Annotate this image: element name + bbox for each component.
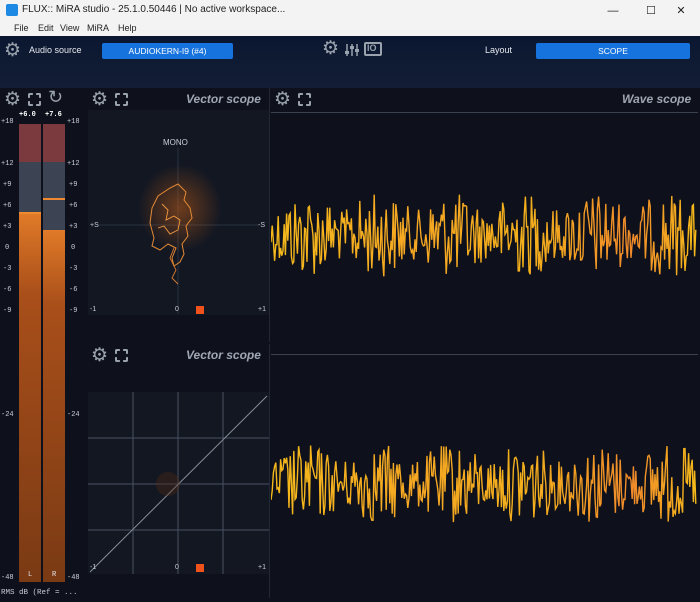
scale-left-18: +18 <box>1 118 14 126</box>
menu-file[interactable]: File <box>14 23 29 33</box>
vector2-plot <box>88 392 269 574</box>
scale-right-9: +9 <box>69 181 78 189</box>
io-label: IO <box>367 43 377 53</box>
vector-scope-panel-2: ⚙ Vector scope -1 0 +1 <box>88 344 270 598</box>
meter-settings-gear-icon[interactable]: ⚙ <box>4 90 21 109</box>
meter-expand-icon[interactable] <box>28 93 41 106</box>
menu-view[interactable]: View <box>60 23 79 33</box>
scale-left-6: +6 <box>3 202 12 210</box>
scale-right-m3: -3 <box>69 265 78 273</box>
scale-left-m48: -48 <box>1 574 14 582</box>
menu-help[interactable]: Help <box>118 23 137 33</box>
vector1-left-tick: +S <box>90 222 99 229</box>
meter-reset-icon[interactable]: ↻ <box>48 88 63 107</box>
io-icon[interactable]: IO <box>364 42 382 56</box>
scale-right-m48: -48 <box>67 574 80 582</box>
settings-gear-icon[interactable]: ⚙ <box>322 39 339 58</box>
scale-left-12: +12 <box>1 160 14 168</box>
vector2-xtick-min: -1 <box>90 564 97 571</box>
vector1-xtick-zero: 0 <box>175 306 179 313</box>
scale-right-m24: -24 <box>67 411 80 419</box>
scale-left-m6: -6 <box>3 286 12 294</box>
vector1-right-tick: -S <box>258 222 265 229</box>
scale-left-9: +9 <box>3 181 12 189</box>
wave-channel-top <box>271 194 697 277</box>
scale-left-m9: -9 <box>3 307 12 315</box>
vector1-trace <box>98 148 258 314</box>
top-toolbar: ⚙ Audio source AUDIOKERN-I9 (#4) ⚙ IO La… <box>0 36 700 88</box>
scale-right-m6: -6 <box>69 286 78 294</box>
vector-scope-panel-1: ⚙ Vector scope MONO +S -S -1 0 +1 <box>88 88 270 342</box>
peak-right-value: +7.6 <box>45 111 62 119</box>
vector1-mono-label: MONO <box>163 138 188 147</box>
audio-source-label: Audio source <box>29 45 82 55</box>
scale-right-6: +6 <box>69 202 78 210</box>
scale-right-3: +3 <box>69 223 78 231</box>
vector1-xtick-min: -1 <box>90 306 97 313</box>
minimize-button[interactable]: — <box>594 0 632 22</box>
menu-bar: File Edit View MiRA Help <box>0 22 700 36</box>
close-button[interactable]: ✕ <box>662 0 700 22</box>
scale-left-0: 0 <box>5 244 10 252</box>
meter-bar-left <box>19 124 41 582</box>
scale-right-m9: -9 <box>69 307 78 315</box>
channel-right-label: R <box>52 571 57 579</box>
mixer-icon[interactable] <box>344 43 360 57</box>
vector2-xtick-max: +1 <box>258 564 266 571</box>
wave-plot <box>271 194 697 523</box>
wave-channel-bottom <box>271 445 697 523</box>
peak-hold-right <box>43 198 65 200</box>
menu-mira[interactable]: MiRA <box>87 23 109 33</box>
channel-left-label: L <box>28 571 33 579</box>
source-settings-gear-icon[interactable]: ⚙ <box>4 41 21 60</box>
vector1-xtick-max: +1 <box>258 306 266 313</box>
wave-scope-panel: ⚙ Wave scope <box>271 88 698 600</box>
audio-source-dropdown[interactable]: AUDIOKERN-I9 (#4) <box>102 43 233 59</box>
peak-hold-left <box>19 212 41 214</box>
window-title: FLUX:: MiRA studio - 25.1.0.50446 | No a… <box>22 4 286 15</box>
meter-bar-right <box>43 124 65 582</box>
layout-label: Layout <box>485 45 513 55</box>
scale-right-18: +18 <box>67 118 80 126</box>
scale-right-12: +12 <box>67 160 80 168</box>
peak-left-value: +6.0 <box>19 111 36 119</box>
app-icon <box>6 4 18 16</box>
menu-edit[interactable]: Edit <box>38 23 54 33</box>
scale-left-3: +3 <box>3 223 12 231</box>
level-meter-panel: ⚙ ↻ +6.0 +7.6 +18 +12 +9 +6 +3 0 -3 -6 -… <box>0 88 87 602</box>
window-titlebar: FLUX:: MiRA studio - 25.1.0.50446 | No a… <box>0 0 700 23</box>
scale-left-m24: -24 <box>1 411 14 419</box>
scale-right-0: 0 <box>71 244 76 252</box>
layout-dropdown[interactable]: SCOPE <box>536 43 690 59</box>
vector2-xtick-zero: 0 <box>175 564 179 571</box>
meter-footer: RMS dB (Ref = ... <box>1 589 78 597</box>
scale-left-m3: -3 <box>3 265 12 273</box>
